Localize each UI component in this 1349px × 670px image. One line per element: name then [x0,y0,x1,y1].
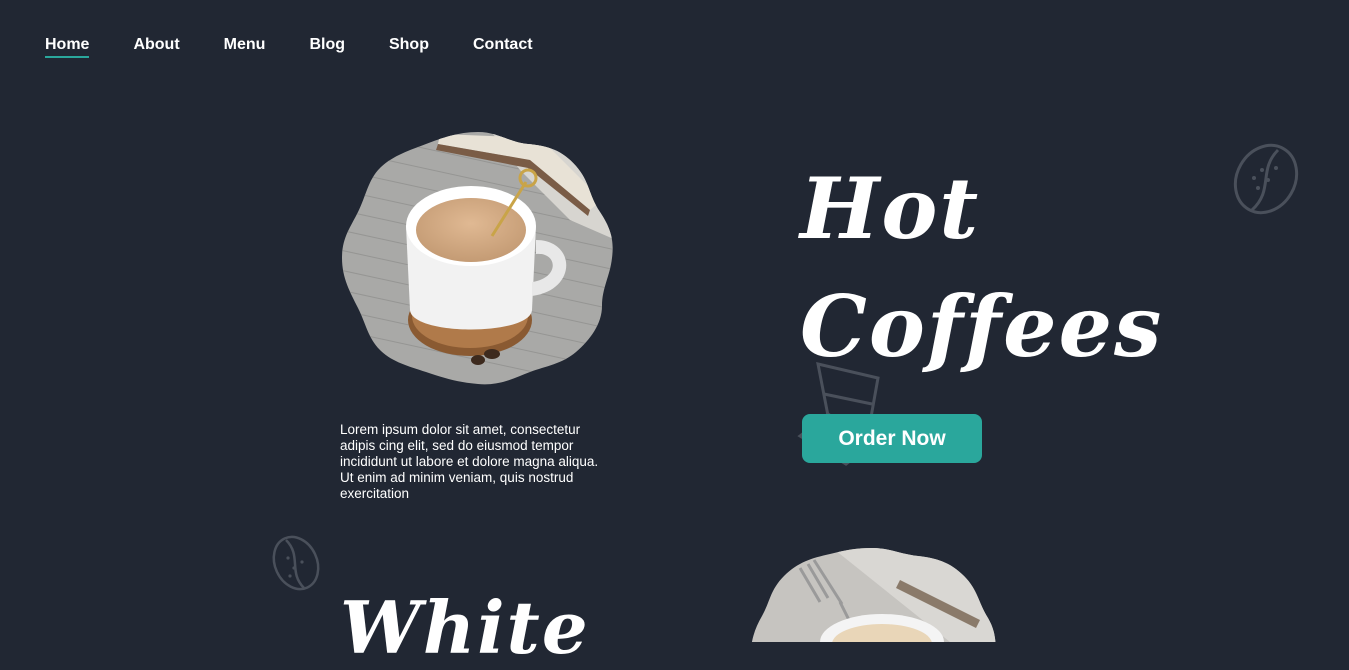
hero-title-line2: Coffees [800,277,1164,376]
hot-coffee-image [342,132,613,385]
section-title-white: White [340,585,590,670]
hero-title-line1: Hot [800,159,981,258]
nav-about[interactable]: About [133,36,179,58]
nav-shop[interactable]: Shop [389,36,429,58]
nav-menu[interactable]: Menu [224,36,266,58]
coffee-bean-icon [1233,143,1299,215]
hero-description: Lorem ipsum dolor sit amet, consectetur … [340,421,599,501]
nav-blog[interactable]: Blog [309,36,345,58]
hero-title: Hot Coffees [800,150,1164,386]
nav-contact[interactable]: Contact [473,36,533,58]
order-now-button[interactable]: Order Now [802,414,982,463]
coffee-bean-icon [272,535,320,591]
main-nav: Home About Menu Blog Shop Contact [45,36,533,58]
white-coffee-image [750,548,996,642]
nav-home[interactable]: Home [45,36,90,58]
